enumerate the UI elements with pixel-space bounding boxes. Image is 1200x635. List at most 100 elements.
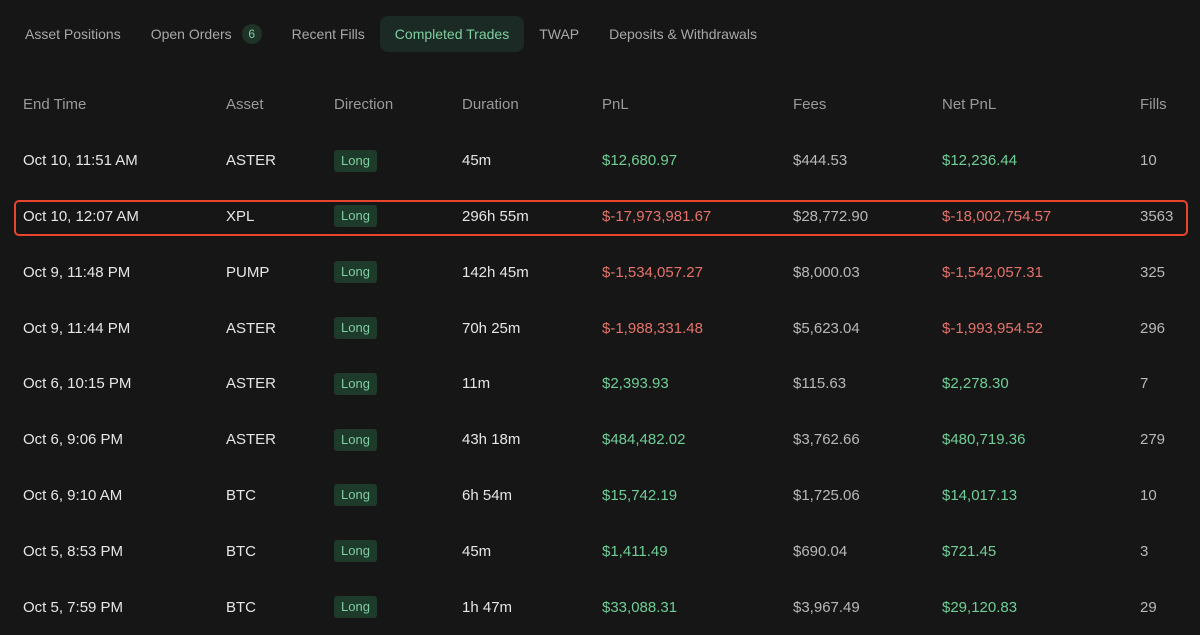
table-row[interactable]: Oct 6, 9:10 AM BTC Long 6h 54m $15,742.19 $1,… bbox=[0, 468, 1200, 524]
tab-completed-trades[interactable]: Completed Trades bbox=[379, 16, 525, 52]
cell-fills: 10 bbox=[1140, 152, 1157, 170]
cell-pnl: $-1,988,331.48 bbox=[602, 319, 703, 337]
cell-fills: 325 bbox=[1140, 263, 1166, 281]
cell-direction: Long bbox=[334, 523, 377, 579]
table-row[interactable]: Oct 5, 8:53 PM BTC Long 45m $1,411.49 $690.04… bbox=[0, 523, 1200, 579]
cell-net-pnl: $2,278.30 bbox=[942, 375, 1009, 393]
column-header-direction[interactable]: Direction bbox=[334, 77, 393, 133]
cell-duration: 45m bbox=[462, 152, 492, 170]
tab-label: Recent Fills bbox=[291, 26, 365, 42]
cell-fees: $8,000.03 bbox=[793, 263, 860, 281]
cell-net-pnl: $-18,002,754.57 bbox=[942, 207, 1052, 225]
cell-net-pnl: $721.45 bbox=[942, 542, 997, 560]
cell-net-pnl: $14,017.13 bbox=[942, 486, 1018, 504]
cell-asset: BTC bbox=[226, 598, 256, 616]
direction-badge: Long bbox=[334, 261, 377, 284]
table-row[interactable]: Oct 5, 7:59 PM BTC Long 1h 47m $33,088.31 $3,… bbox=[0, 579, 1200, 635]
cell-end-time: Oct 9, 11:48 PM bbox=[23, 263, 131, 281]
tab-label: TWAP bbox=[539, 26, 580, 42]
cell-direction: Long bbox=[334, 133, 377, 189]
tab-label: Asset Positions bbox=[25, 26, 121, 42]
direction-badge: Long bbox=[334, 596, 377, 619]
table-row[interactable]: Oct 6, 9:06 PM ASTER Long 43h 18m $484,482.0… bbox=[0, 412, 1200, 468]
cell-asset: ASTER bbox=[226, 319, 277, 337]
column-header-fees[interactable]: Fees bbox=[793, 77, 826, 133]
direction-badge: Long bbox=[334, 540, 377, 563]
cell-fills: 7 bbox=[1140, 375, 1149, 393]
cell-duration: 45m bbox=[462, 542, 492, 560]
column-header-pnl[interactable]: PnL bbox=[602, 77, 629, 133]
cell-fees: $444.53 bbox=[793, 152, 848, 170]
table-row[interactable]: Oct 9, 11:48 PM PUMP Long 142h 45m $-1,534,0… bbox=[0, 244, 1200, 300]
table-row[interactable]: Oct 10, 11:51 AM ASTER Long 45m $12,680.97 $4… bbox=[0, 133, 1200, 189]
open-orders-count-badge: 6 bbox=[241, 24, 262, 44]
cell-fills: 29 bbox=[1140, 598, 1157, 616]
cell-fees: $28,772.90 bbox=[793, 207, 869, 225]
cell-asset: PUMP bbox=[226, 263, 270, 281]
cell-net-pnl: $29,120.83 bbox=[942, 598, 1018, 616]
tab-recent-fills[interactable]: Recent Fills bbox=[277, 16, 380, 52]
column-header-duration[interactable]: Duration bbox=[462, 77, 519, 133]
cell-duration: 6h 54m bbox=[462, 486, 513, 504]
cell-net-pnl: $-1,993,954.52 bbox=[942, 319, 1043, 337]
cell-fills: 296 bbox=[1140, 319, 1166, 337]
cell-fees: $115.63 bbox=[793, 375, 847, 393]
tab-twap[interactable]: TWAP bbox=[524, 16, 594, 52]
cell-pnl: $484,482.02 bbox=[602, 431, 686, 449]
cell-fees: $1,725.06 bbox=[793, 486, 860, 504]
table-header-row: End Time Asset Direction Duration PnL Fe… bbox=[0, 77, 1200, 133]
cell-fills: 3563 bbox=[1140, 207, 1174, 225]
tab-label: Deposits & Withdrawals bbox=[609, 26, 757, 42]
cell-direction: Long bbox=[334, 244, 377, 300]
cell-direction: Long bbox=[334, 356, 377, 412]
cell-pnl: $-17,973,981.67 bbox=[602, 207, 712, 225]
tab-label: Completed Trades bbox=[394, 26, 510, 42]
cell-end-time: Oct 6, 10:15 PM bbox=[23, 375, 132, 393]
table-row[interactable]: Oct 9, 11:44 PM ASTER Long 70h 25m $-1,988,3… bbox=[0, 300, 1200, 356]
cell-direction: Long bbox=[334, 300, 377, 356]
tab-bar: Asset Positions Open Orders 6 Recent Fil… bbox=[10, 16, 772, 52]
cell-fees: $3,762.66 bbox=[793, 431, 860, 449]
cell-duration: 11m bbox=[462, 375, 491, 393]
cell-end-time: Oct 10, 11:51 AM bbox=[23, 152, 138, 170]
column-header-fills[interactable]: Fills bbox=[1140, 77, 1167, 133]
cell-fees: $3,967.49 bbox=[793, 598, 860, 616]
table-row[interactable]: Oct 6, 10:15 PM ASTER Long 11m $2,393.93 $115… bbox=[0, 356, 1200, 412]
column-header-net-pnl[interactable]: Net PnL bbox=[942, 77, 996, 133]
cell-asset: XPL bbox=[226, 207, 255, 225]
cell-asset: ASTER bbox=[226, 375, 277, 393]
cell-duration: 1h 47m bbox=[462, 598, 513, 616]
table-row-highlighted[interactable]: Oct 10, 12:07 AM XPL Long 296h 55m $-17,973,… bbox=[0, 189, 1200, 245]
direction-badge: Long bbox=[334, 317, 377, 340]
cell-net-pnl: $-1,542,057.31 bbox=[942, 263, 1043, 281]
cell-pnl: $2,393.93 bbox=[602, 375, 669, 393]
direction-badge: Long bbox=[334, 484, 377, 507]
cell-fees: $690.04 bbox=[793, 542, 848, 560]
direction-badge: Long bbox=[334, 149, 377, 172]
completed-trades-table: End Time Asset Direction Duration PnL Fe… bbox=[0, 77, 1200, 635]
cell-asset: BTC bbox=[226, 486, 256, 504]
cell-end-time: Oct 5, 8:53 PM bbox=[23, 542, 124, 560]
tab-deposits-withdrawals[interactable]: Deposits & Withdrawals bbox=[594, 16, 772, 52]
cell-fills: 279 bbox=[1140, 431, 1166, 449]
column-header-asset[interactable]: Asset bbox=[226, 77, 264, 133]
cell-net-pnl: $480,719.36 bbox=[942, 431, 1026, 449]
tab-open-orders[interactable]: Open Orders 6 bbox=[136, 16, 277, 52]
direction-badge: Long bbox=[334, 372, 377, 395]
column-header-end-time[interactable]: End Time bbox=[23, 77, 86, 133]
tab-label: Open Orders bbox=[150, 26, 232, 42]
tab-asset-positions[interactable]: Asset Positions bbox=[10, 16, 136, 52]
cell-duration: 142h 45m bbox=[462, 263, 529, 281]
cell-pnl: $15,742.19 bbox=[602, 486, 678, 504]
cell-fills: 10 bbox=[1140, 486, 1157, 504]
cell-direction: Long bbox=[334, 579, 377, 635]
cell-pnl: $-1,534,057.27 bbox=[602, 263, 703, 281]
cell-pnl: $1,411.49 bbox=[602, 542, 668, 560]
cell-direction: Long bbox=[334, 468, 377, 524]
cell-end-time: Oct 10, 12:07 AM bbox=[23, 207, 139, 225]
cell-pnl: $12,680.97 bbox=[602, 152, 678, 170]
cell-fees: $5,623.04 bbox=[793, 319, 860, 337]
cell-end-time: Oct 5, 7:59 PM bbox=[23, 598, 124, 616]
cell-net-pnl: $12,236.44 bbox=[942, 152, 1018, 170]
cell-end-time: Oct 6, 9:06 PM bbox=[23, 431, 124, 449]
